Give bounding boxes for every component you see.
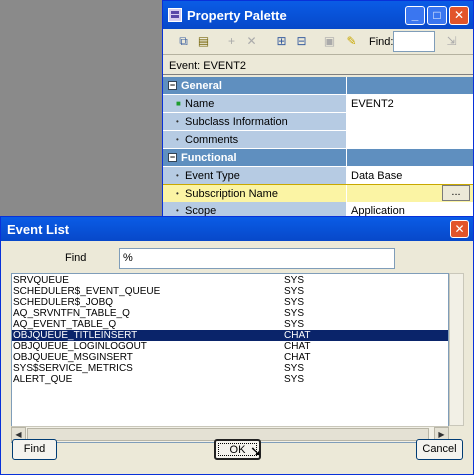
property-label: Name [185,98,215,110]
collapse-icon[interactable]: − [168,153,177,162]
list-item[interactable]: SRVQUEUE SYS [12,275,448,286]
minimize-button[interactable]: _ [405,6,425,25]
add-property-icon[interactable]: + [223,33,240,50]
dialog-close-button[interactable]: ✕ [450,220,469,238]
paste-properties-icon[interactable]: ▤ [195,33,212,50]
event-name: SRVQUEUE [13,275,69,286]
object-name-line: Event: EVENT2 [163,56,473,75]
event-list-titlebar[interactable]: Event List ✕ [1,217,473,241]
inherit-icon[interactable]: ▣ [321,33,338,50]
palette-find-input[interactable] [393,31,435,52]
list-item[interactable]: SCHEDULER$_EVENT_QUEUE SYS [12,286,448,297]
event-owner: SYS [284,308,305,319]
list-item[interactable]: AQ_EVENT_TABLE_Q SYS [12,319,448,330]
list-item[interactable]: OBJQUEUE_LOGINLOGOUT CHAT [12,341,448,352]
close-button[interactable]: ✕ [449,6,469,25]
mouse-cursor-icon: ➘ [250,443,262,459]
delete-property-icon[interactable]: ✕ [243,33,260,50]
event-name: AQ_SRVNTFN_TABLE_Q [13,308,130,319]
collapse-icon[interactable]: − [168,81,177,90]
event-owner: CHAT [284,352,311,363]
event-list-dialog: Event List ✕ Find % SRVQUEUE SYS SCHEDULE… [0,216,474,475]
section-general[interactable]: − General [163,77,473,94]
default-bullet-icon: • [176,117,179,126]
palette-toolbar: ⧉ ▤ + ✕ ⊞ ⊟ ▣ ✎ Find: ⇲ [163,29,473,55]
event-name: OBJQUEUE_MSGINSERT [13,352,133,363]
list-item[interactable]: ALERT_QUE SYS [12,374,448,385]
event-name: AQ_EVENT_TABLE_Q [13,319,117,330]
event-list[interactable]: SRVQUEUE SYS SCHEDULER$_EVENT_QUEUE SYS SC… [11,273,449,443]
vertical-scrollbar[interactable] [449,273,464,426]
event-owner: SYS [284,363,305,374]
copy-properties-icon[interactable]: ⧉ [175,33,192,50]
property-value[interactable]: Data Base [347,167,473,184]
palette-app-icon [168,8,182,22]
event-owner: SYS [284,286,305,297]
default-bullet-icon: • [176,171,179,180]
list-item-selected[interactable]: OBJQUEUE_TITLEINSERT CHAT [12,330,448,341]
event-find-label: Find [65,252,87,264]
property-palette-title: Property Palette [187,8,287,23]
default-bullet-icon: • [176,206,179,215]
property-value[interactable]: ... [347,185,473,202]
event-name: OBJQUEUE_TITLEINSERT [13,330,138,341]
property-palette-titlebar[interactable]: Property Palette _ □ ✕ [163,1,473,29]
union-icon[interactable]: ⊞ [273,33,290,50]
event-owner: SYS [284,297,305,308]
section-functional[interactable]: − Functional [163,149,473,166]
list-item[interactable]: SYS$SERVICE_METRICS SYS [12,363,448,374]
property-row-subscription-name[interactable]: • Subscription Name ... [163,184,473,202]
property-value[interactable] [347,113,473,130]
property-row-comments[interactable]: • Comments [163,131,473,148]
cancel-button[interactable]: Cancel [416,439,463,460]
browse-button[interactable]: ... [442,185,470,201]
default-bullet-icon: • [176,135,179,144]
event-name: OBJQUEUE_LOGINLOGOUT [13,341,147,352]
default-bullet-icon: • [176,189,179,198]
section-label: General [181,80,222,92]
event-owner: SYS [284,275,305,286]
event-name: SCHEDULER$_EVENT_QUEUE [13,286,161,297]
property-label: Event Type [185,170,240,182]
find-button[interactable]: Find [12,439,57,460]
event-owner: SYS [284,374,305,385]
pin-icon[interactable]: ✎ [343,33,360,50]
property-label: Comments [185,134,239,146]
find-next-icon[interactable]: ⇲ [443,33,460,50]
event-name: SYS$SERVICE_METRICS [13,363,133,374]
list-item[interactable]: OBJQUEUE_MSGINSERT CHAT [12,352,448,363]
palette-find-label: Find: [369,36,394,48]
list-item[interactable]: SCHEDULER$_JOBQ SYS [12,297,448,308]
event-name: ALERT_QUE [13,374,73,385]
property-row-name[interactable]: ■ Name EVENT2 [163,95,473,112]
property-label: Subclass Information [185,116,288,128]
property-grid: − General ■ Name EVENT2 • Subclass Informat… [163,77,473,219]
property-row-subclass-information[interactable]: • Subclass Information [163,113,473,130]
section-label: Functional [181,152,237,164]
intersection-icon[interactable]: ⊟ [293,33,310,50]
event-owner: SYS [284,319,305,330]
property-palette-window: Property Palette _ □ ✕ ⧉ ▤ + ✕ ⊞ ⊟ ▣ ✎ F… [162,0,474,220]
property-value[interactable]: EVENT2 [347,95,473,112]
event-list-title: Event List [7,222,70,237]
modified-bullet-icon: ■ [176,99,181,108]
property-label: Subscription Name [185,188,278,200]
maximize-button[interactable]: □ [427,6,447,25]
event-owner: CHAT [284,341,311,352]
property-value[interactable] [347,131,473,148]
event-owner: CHAT [284,330,311,341]
event-name: SCHEDULER$_JOBQ [13,297,114,308]
event-find-input[interactable]: % [119,248,395,269]
list-item[interactable]: AQ_SRVNTFN_TABLE_Q SYS [12,308,448,319]
property-row-event-type[interactable]: • Event Type Data Base [163,167,473,184]
